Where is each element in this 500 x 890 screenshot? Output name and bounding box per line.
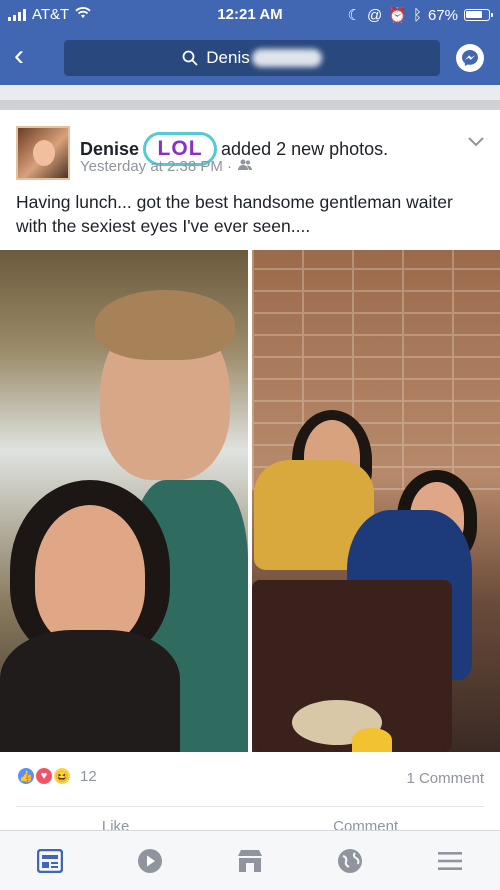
search-input[interactable]: Denis xyxy=(64,40,440,76)
search-query: Denis xyxy=(206,48,250,67)
top-navigation-bar: ‹ Denis xyxy=(0,30,500,85)
post-timestamp[interactable]: Yesterday at 2:38 PM · xyxy=(80,158,232,175)
alarm-icon: ⏰ xyxy=(388,7,407,24)
reaction-count: 12 xyxy=(80,767,97,785)
watch-icon[interactable] xyxy=(130,841,170,881)
reactions-summary[interactable]: 👍 ♥ 😆 12 xyxy=(16,766,97,786)
messenger-icon[interactable] xyxy=(456,44,484,72)
globe-icon[interactable] xyxy=(330,841,370,881)
moon-icon: ☾ xyxy=(347,7,362,24)
avatar[interactable] xyxy=(16,126,70,180)
post-divider xyxy=(16,806,484,807)
feed-post: Denise LOL added 2 new photos. Yesterday… xyxy=(0,110,500,835)
photo-selfie[interactable] xyxy=(0,250,248,752)
search-icon xyxy=(182,50,198,66)
back-icon[interactable]: ‹ xyxy=(14,41,44,72)
feed-separator xyxy=(0,100,500,110)
comment-count[interactable]: 1 Comment xyxy=(406,770,484,787)
post-photos xyxy=(0,250,500,752)
like-reaction-icon: 👍 xyxy=(16,766,36,786)
chevron-down-icon[interactable] xyxy=(468,134,484,152)
post-text: Having lunch... got the best handsome ge… xyxy=(16,192,453,236)
love-reaction-icon: ♥ xyxy=(34,766,54,786)
redacted-name xyxy=(251,49,322,67)
haha-reaction-icon: 😆 xyxy=(52,766,72,786)
bottom-tab-bar xyxy=(0,830,500,890)
status-icons: ☾ @ ⏰ ᛒ 67% xyxy=(347,6,493,24)
menu-icon[interactable] xyxy=(430,841,470,881)
friends-icon xyxy=(238,158,253,175)
location-icon: @ xyxy=(367,6,383,24)
post-action: added 2 new photos. xyxy=(221,138,389,159)
photo-table[interactable] xyxy=(252,250,500,752)
author-name[interactable]: Denise xyxy=(80,139,139,160)
battery-percent: 67% xyxy=(427,6,458,24)
bluetooth-icon: ᛒ xyxy=(412,6,422,24)
status-bar: AT&T 12:21 AM ☾ @ ⏰ ᛒ 67% xyxy=(0,0,500,30)
battery-icon xyxy=(464,9,493,21)
post-meta: Yesterday at 2:38 PM · xyxy=(80,158,253,175)
news-feed-icon[interactable] xyxy=(30,841,70,881)
marketplace-icon[interactable] xyxy=(230,841,270,881)
